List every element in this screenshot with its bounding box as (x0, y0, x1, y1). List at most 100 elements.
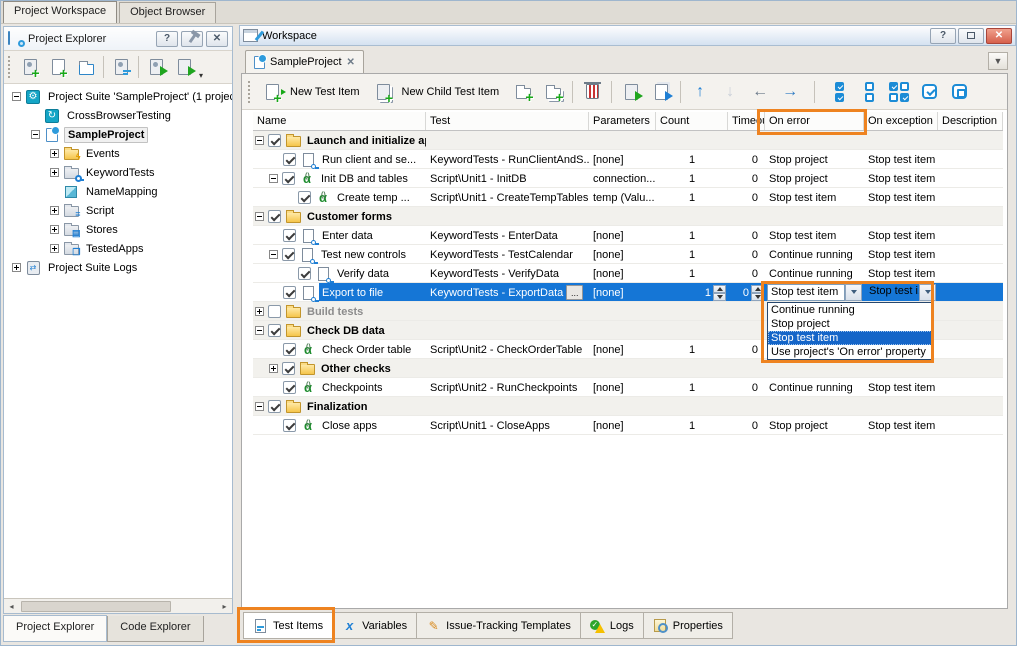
row-checkbox[interactable] (283, 286, 296, 299)
test-item-row-checkpoints[interactable]: αCheckpointsScript\Unit2 - RunCheckpoint… (253, 378, 1003, 397)
row-expander-minus[interactable] (269, 174, 278, 183)
tree-item-sampleproject[interactable]: SampleProject (4, 125, 232, 144)
tree-expander-plus[interactable] (12, 263, 21, 272)
add-project-button[interactable]: + (44, 54, 72, 80)
test-item-row-run-client-and-se[interactable]: Run client and se...KeywordTests - RunCl… (253, 150, 1003, 169)
tree-item-testedapps[interactable]: ❒TestedApps (4, 239, 232, 258)
tab-sample-project[interactable]: SampleProject ✕ (245, 50, 364, 73)
tree-expander-plus[interactable] (50, 168, 59, 177)
row-checkbox[interactable] (298, 267, 311, 280)
timeout-spinner[interactable] (751, 285, 764, 301)
row-expander-minus[interactable] (255, 326, 264, 335)
tree-expander-plus[interactable] (50, 225, 59, 234)
count-spinner[interactable] (713, 285, 726, 301)
close-tab-icon[interactable]: ✕ (347, 57, 355, 68)
move-right-button[interactable]: → (776, 79, 804, 105)
toolbar-drag-handle[interactable] (248, 81, 252, 103)
workspace-minimize-button[interactable] (958, 28, 984, 44)
on-error-combo[interactable]: Stop test item (767, 284, 862, 301)
tab-test-items[interactable]: Test Items (243, 612, 333, 639)
workspace-close-button[interactable]: ✕ (986, 28, 1012, 44)
test-item-row-create-temp[interactable]: αCreate temp ...Script\Unit1 - CreateTem… (253, 188, 1003, 207)
column-header-timeout-min[interactable]: Timeout, min (728, 112, 765, 130)
row-checkbox[interactable] (282, 248, 295, 261)
row-expander-minus[interactable] (269, 250, 278, 259)
row-expander-plus[interactable] (255, 307, 264, 316)
tab-list-dropdown-button[interactable]: ▼ (988, 52, 1008, 70)
scrollbar-thumb[interactable] (21, 601, 171, 612)
run-selected-items-button[interactable] (647, 79, 675, 105)
column-header-parameters[interactable]: Parameters (589, 112, 656, 130)
dropdown-option-continue-running[interactable]: Continue running (768, 303, 932, 317)
row-checkbox[interactable] (268, 210, 281, 223)
tree-expander-plus[interactable] (50, 244, 59, 253)
on-exception-combo[interactable]: Stop test i... (866, 284, 936, 301)
row-expander-minus[interactable] (255, 212, 264, 221)
group-row-finalization[interactable]: Finalization (253, 397, 1003, 416)
add-project-suite-button[interactable]: + (16, 54, 44, 80)
column-header-on-exception[interactable]: On exception (864, 112, 938, 130)
scroll-left-button[interactable]: ◂ (4, 600, 19, 613)
test-item-row-enter-data[interactable]: Enter dataKeywordTests - EnterData[none]… (253, 226, 1003, 245)
column-header-test[interactable]: Test (426, 112, 589, 130)
tab-logs[interactable]: ✓Logs (581, 612, 644, 639)
pin-button[interactable] (181, 31, 203, 47)
tab-code-explorer[interactable]: Code Explorer (107, 616, 203, 642)
test-item-row-export-to-file[interactable]: Export to fileKeywordTests - ExportData.… (253, 283, 1003, 302)
row-checkbox[interactable] (268, 305, 281, 318)
new-child-group-button[interactable]: + (539, 79, 567, 105)
tab-properties[interactable]: Properties (644, 612, 733, 639)
run-project-suite-button[interactable] (142, 54, 170, 80)
tree-item-script[interactable]: ≡Script (4, 201, 232, 220)
open-project-button[interactable] (72, 54, 100, 80)
tree-horizontal-scrollbar[interactable]: ◂ ▸ (4, 598, 232, 613)
help-button[interactable]: ? (156, 31, 178, 47)
toolbar-drag-handle[interactable] (8, 56, 12, 78)
tree-item-crossbrowsertesting[interactable]: ↻CrossBrowserTesting (4, 106, 232, 125)
dropdown-option-use-project-s-on-error-property[interactable]: Use project's 'On error' property (768, 345, 932, 359)
organize-items-button[interactable] (107, 54, 135, 80)
row-expander-plus[interactable] (269, 364, 278, 373)
test-item-row-test-new-controls[interactable]: Test new controlsKeywordTests - TestCale… (253, 245, 1003, 264)
group-row-launch-and-initialize-applications[interactable]: Launch and initialize applications (253, 131, 1003, 150)
row-checkbox[interactable] (282, 362, 295, 375)
uncheck-all-button[interactable] (855, 79, 883, 105)
tree-expander-plus[interactable] (50, 206, 59, 215)
disable-selected-button[interactable] (945, 79, 973, 105)
row-checkbox[interactable] (268, 134, 281, 147)
check-all-button[interactable] (825, 79, 853, 105)
tab-project-explorer[interactable]: Project Explorer (3, 615, 107, 642)
tree-expander-minus[interactable] (31, 130, 40, 139)
new-group-button[interactable]: + (509, 79, 537, 105)
tree-item-keywordtests[interactable]: KeywordTests (4, 163, 232, 182)
tab-object-browser[interactable]: Object Browser (119, 2, 216, 23)
row-checkbox[interactable] (283, 419, 296, 432)
test-item-row-verify-data[interactable]: Verify dataKeywordTests - VerifyData[non… (253, 264, 1003, 283)
row-expander-minus[interactable] (255, 136, 264, 145)
run-focused-item-button[interactable] (617, 79, 645, 105)
new-test-item-button[interactable]: + New Test Item (258, 79, 368, 105)
toolbar-overflow-caret[interactable]: ▾ (199, 71, 203, 83)
combo-dropdown-button[interactable] (919, 284, 936, 301)
column-header-name[interactable]: Name (253, 112, 426, 130)
test-item-row-close-apps[interactable]: αClose appsScript\Unit1 - CloseApps[none… (253, 416, 1003, 435)
tab-issue-tracking-templates[interactable]: ✎Issue-Tracking Templates (417, 612, 581, 639)
row-checkbox[interactable] (298, 191, 311, 204)
scroll-right-button[interactable]: ▸ (217, 600, 232, 613)
test-item-row-init-db-and-tables[interactable]: αInit DB and tablesScript\Unit1 - InitDB… (253, 169, 1003, 188)
on-error-dropdown-list[interactable]: Continue runningStop projectStop test it… (767, 302, 933, 360)
row-checkbox[interactable] (282, 172, 295, 185)
dropdown-option-stop-project[interactable]: Stop project (768, 317, 932, 331)
tree-item-events[interactable]: ϟEvents (4, 144, 232, 163)
tree-item-namemapping[interactable]: NameMapping (4, 182, 232, 201)
row-checkbox[interactable] (268, 400, 281, 413)
tree-expander-plus[interactable] (50, 149, 59, 158)
tab-variables[interactable]: xVariables (333, 612, 417, 639)
tab-project-workspace[interactable]: Project Workspace (3, 1, 117, 23)
row-checkbox[interactable] (283, 229, 296, 242)
tree-item-project-suite-sampleproject-project[interactable]: ⚙Project Suite 'SampleProject' (1 projec… (4, 87, 232, 106)
group-row-customer-forms[interactable]: Customer forms (253, 207, 1003, 226)
new-child-test-item-button[interactable]: + New Child Test Item (370, 79, 508, 105)
move-down-button[interactable]: ↓ (716, 79, 744, 105)
row-checkbox[interactable] (268, 324, 281, 337)
